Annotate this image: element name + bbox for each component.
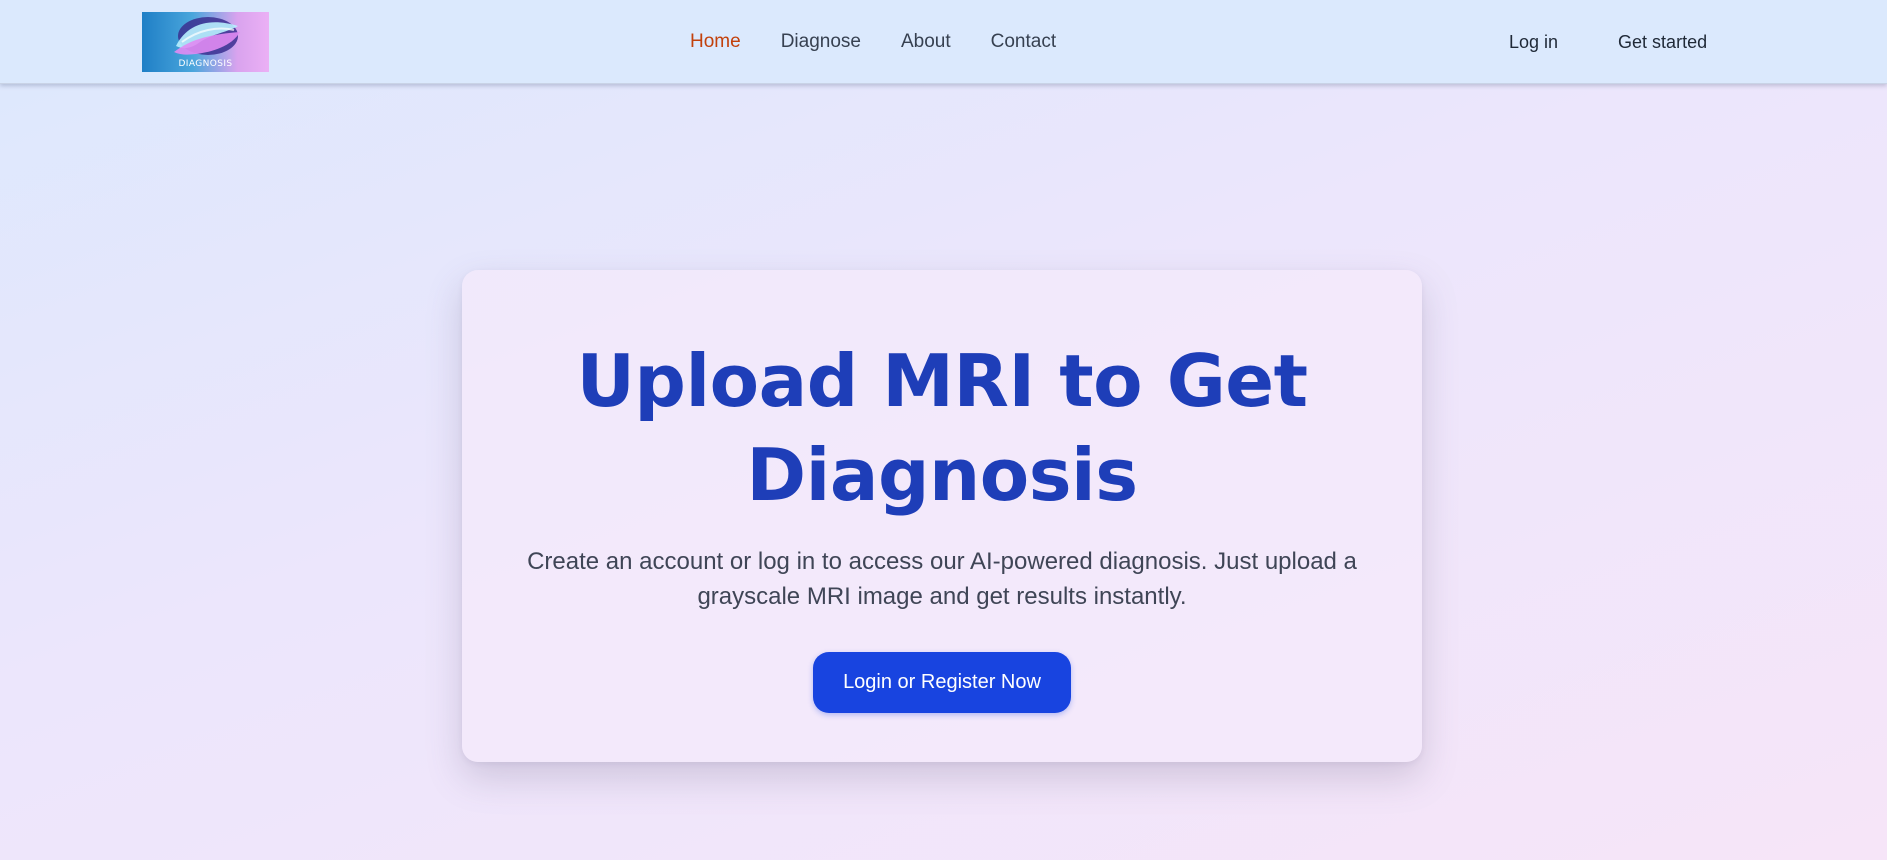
- get-started-link[interactable]: Get started: [1618, 32, 1707, 53]
- login-link[interactable]: Log in: [1509, 32, 1558, 53]
- auth-links: Log in Get started: [1509, 0, 1707, 84]
- top-navbar: DIAGNOSIS Home Diagnose About Contact Lo…: [0, 0, 1887, 84]
- main-nav: Home Diagnose About Contact: [690, 0, 1056, 84]
- nav-about[interactable]: About: [901, 31, 951, 53]
- nav-diagnose[interactable]: Diagnose: [781, 31, 861, 53]
- nav-contact[interactable]: Contact: [991, 31, 1056, 53]
- brand-logo[interactable]: DIAGNOSIS: [142, 12, 269, 72]
- login-register-button[interactable]: Login or Register Now: [813, 652, 1071, 713]
- logo-caption: DIAGNOSIS: [178, 59, 233, 69]
- hero-card: Upload MRI to Get Diagnosis Create an ac…: [462, 270, 1422, 762]
- hero-description: Create an account or log in to access ou…: [527, 548, 1357, 610]
- hero-title: Upload MRI to Get Diagnosis: [576, 339, 1308, 517]
- nav-home[interactable]: Home: [690, 31, 741, 53]
